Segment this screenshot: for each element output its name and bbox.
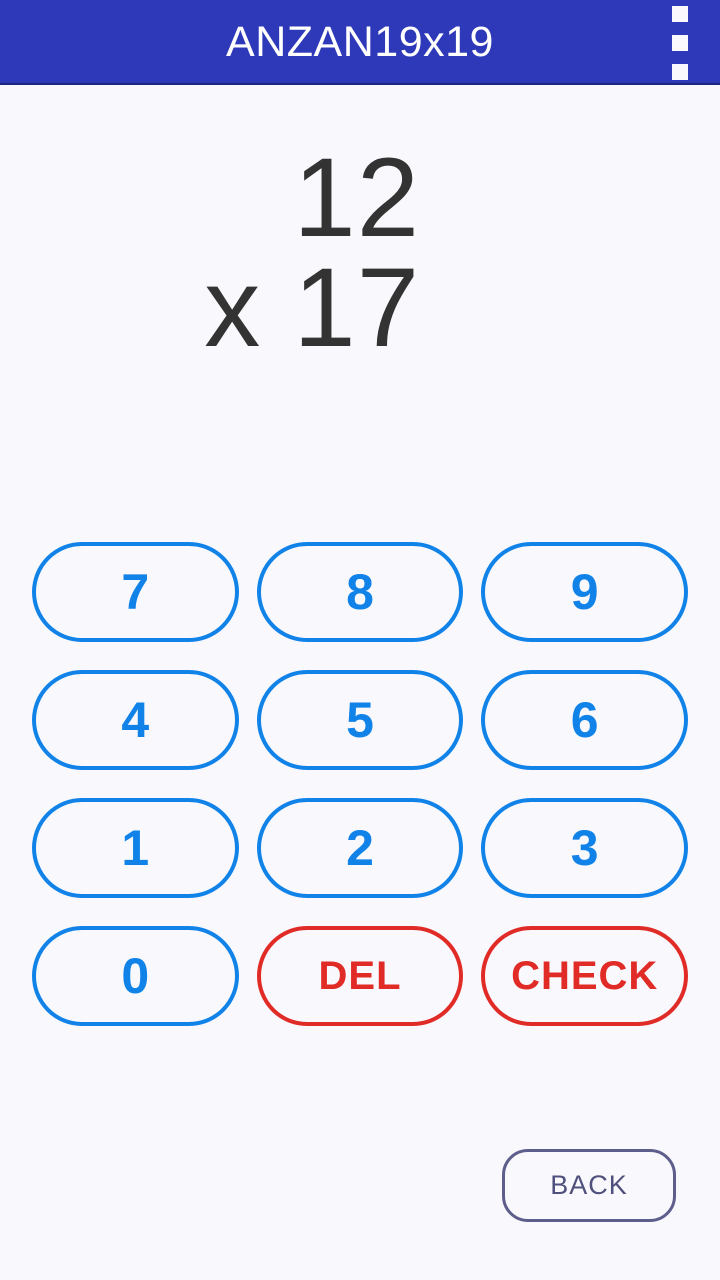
keypad-row: 789: [32, 542, 689, 642]
key-0[interactable]: 0: [32, 926, 239, 1026]
key-1[interactable]: 1: [32, 798, 239, 898]
key-2[interactable]: 2: [256, 798, 464, 898]
page-title: ANZAN19x19: [226, 18, 494, 66]
key-3[interactable]: 3: [481, 798, 689, 898]
key-check[interactable]: CHECK: [481, 926, 689, 1026]
key-5[interactable]: 5: [256, 670, 464, 770]
key-4[interactable]: 4: [32, 670, 239, 770]
overflow-menu-icon[interactable]: [654, 0, 706, 85]
key-9[interactable]: 9: [481, 542, 689, 642]
problem-multiplier: x 17: [204, 245, 420, 370]
app-bar: ANZAN19x19: [0, 0, 720, 85]
key-8[interactable]: 8: [256, 542, 464, 642]
keypad-row: 123: [32, 798, 689, 898]
problem-display: 12 x 17: [0, 120, 720, 364]
back-button[interactable]: BACK: [502, 1149, 676, 1222]
keypad: 7 8 9 4 5 6 1 2 3 0 DEL CHECK: [32, 542, 689, 1026]
keypad-row: 0 DEL CHECK: [32, 926, 689, 1026]
key-delete[interactable]: DEL: [256, 926, 464, 1026]
problem-multiplicand: 12: [293, 135, 420, 260]
keypad-row: 456: [32, 670, 689, 770]
overflow-dot-1: [672, 5, 688, 22]
overflow-dot-3: [672, 63, 688, 80]
key-6[interactable]: 6: [481, 670, 689, 770]
key-7[interactable]: 7: [32, 542, 239, 642]
overflow-dot-2: [672, 34, 688, 51]
